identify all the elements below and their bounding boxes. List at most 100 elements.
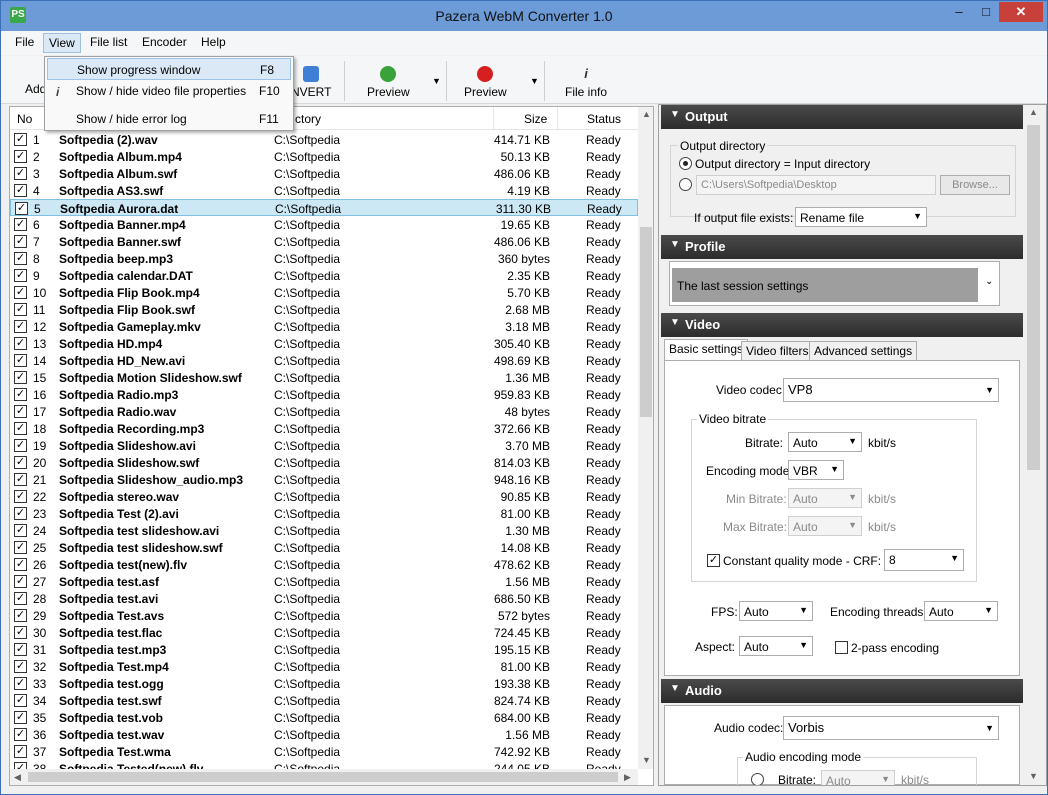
profile-select[interactable]: The last session settings ⌄ [669,261,1000,306]
row-checkbox[interactable]: ✓ [14,728,27,741]
crf-select[interactable]: 8 ▼ [884,549,964,571]
title-bar[interactable]: PS Pazera WebM Converter 1.0 – □ ✕ [1,1,1047,31]
table-row[interactable]: ✓ 16 Softpedia Radio.mp3 C:\Softpedia 959.83… [10,386,638,403]
table-row[interactable]: ✓ 10 Softpedia Flip Book.mp4 C:\Softpedia 5.… [10,284,638,301]
row-checkbox[interactable]: ✓ [14,643,27,656]
two-pass-checkbox[interactable] [835,641,848,654]
table-row[interactable]: ✓ 29 Softpedia Test.avs C:\Softpedia 572 byt… [10,607,638,624]
row-checkbox[interactable]: ✓ [15,202,28,215]
row-checkbox[interactable]: ✓ [14,388,27,401]
table-row[interactable]: ✓ 36 Softpedia test.wav C:\Softpedia 1.56 MB… [10,726,638,743]
table-row[interactable]: ✓ 3 Softpedia Album.swf C:\Softpedia 486.06 … [10,165,638,182]
row-checkbox[interactable]: ✓ [14,677,27,690]
row-checkbox[interactable]: ✓ [14,660,27,673]
fps-select[interactable]: Auto ▼ [739,601,813,621]
scroll-thumb[interactable] [1027,125,1040,470]
if-exists-select[interactable]: Rename file ▼ [795,207,927,227]
output-path-input[interactable]: C:\Users\Softpedia\Desktop [696,175,936,195]
table-row[interactable]: ✓ 8 Softpedia beep.mp3 C:\Softpedia 360 byte… [10,250,638,267]
table-row[interactable]: ✓ 13 Softpedia HD.mp4 C:\Softpedia 305.40 KB… [10,335,638,352]
crf-checkbox[interactable]: ✓ [707,554,720,567]
table-row[interactable]: ✓ 23 Softpedia Test (2).avi C:\Softpedia 81.… [10,505,638,522]
col-directory[interactable]: ctory [295,112,321,126]
bitrate-select[interactable]: Auto ▼ [788,432,862,452]
table-row[interactable]: ✓ 18 Softpedia Recording.mp3 C:\Softpedia 37… [10,420,638,437]
scroll-thumb[interactable] [640,227,652,417]
menu-file-list[interactable]: File list [90,35,127,49]
menu-file[interactable]: File [15,35,34,49]
row-checkbox[interactable]: ✓ [14,371,27,384]
row-checkbox[interactable]: ✓ [14,456,27,469]
col-size[interactable]: Size [524,112,547,126]
table-row[interactable]: ✓ 37 Softpedia Test.wma C:\Softpedia 742.92 … [10,743,638,760]
row-checkbox[interactable]: ✓ [14,269,27,282]
row-checkbox[interactable]: ✓ [14,575,27,588]
row-checkbox[interactable]: ✓ [14,133,27,146]
row-checkbox[interactable]: ✓ [14,184,27,197]
min-bitrate-select[interactable]: Auto ▼ [788,488,862,508]
settings-scrollbar[interactable]: ▲ ▼ [1025,105,1042,785]
scroll-right-icon[interactable]: ▶ [624,772,631,783]
audio-bitrate-select[interactable]: Auto ▼ [821,770,895,785]
row-checkbox[interactable]: ✓ [14,626,27,639]
menu-help[interactable]: Help [201,35,226,49]
scroll-down-icon[interactable]: ▼ [1029,771,1038,781]
table-row[interactable]: ✓ 15 Softpedia Motion Slideshow.swf C:\Soft… [10,369,638,386]
convert-button[interactable]: NVERT [291,66,331,99]
tab-video-filters[interactable]: Video filters [741,341,814,361]
table-row[interactable]: ✓ 24 Softpedia test slideshow.avi C:\Softpe… [10,522,638,539]
row-checkbox[interactable]: ✓ [14,303,27,316]
menu-view[interactable]: View [43,33,81,53]
encoding-threads-select[interactable]: Auto ▼ [924,601,998,621]
row-checkbox[interactable]: ✓ [14,439,27,452]
table-row[interactable]: ✓ 35 Softpedia test.vob C:\Softpedia 684.00 … [10,709,638,726]
row-checkbox[interactable]: ✓ [14,524,27,537]
table-row[interactable]: ✓ 14 Softpedia HD_New.avi C:\Softpedia 498.6… [10,352,638,369]
table-row[interactable]: ✓ 28 Softpedia test.avi C:\Softpedia 686.50 … [10,590,638,607]
maximize-button[interactable]: □ [973,2,999,22]
row-checkbox[interactable]: ✓ [14,218,27,231]
row-checkbox[interactable]: ✓ [14,541,27,554]
table-row[interactable]: ✓ 4 Softpedia AS3.swf C:\Softpedia 4.19 KB Re… [10,182,638,199]
table-row[interactable]: ✓ 32 Softpedia Test.mp4 C:\Softpedia 81.00 K… [10,658,638,675]
row-checkbox[interactable]: ✓ [14,422,27,435]
row-checkbox[interactable]: ✓ [14,337,27,350]
table-row[interactable]: ✓ 34 Softpedia test.swf C:\Softpedia 824.74 … [10,692,638,709]
table-row[interactable]: ✓ 33 Softpedia test.ogg C:\Softpedia 193.38 … [10,675,638,692]
preview-button[interactable]: Preview [367,66,410,99]
table-row[interactable]: ✓ 5 Softpedia Aurora.dat C:\Softpedia 311.30… [10,199,638,216]
table-row[interactable]: ✓ 27 Softpedia test.asf C:\Softpedia 1.56 MB… [10,573,638,590]
minimize-button[interactable]: – [946,2,972,22]
col-no[interactable]: No [17,112,32,126]
preview-dropdown-icon[interactable]: ▼ [432,76,441,86]
audio-codec-select[interactable]: Vorbis ▼ [783,716,999,740]
table-row[interactable]: ✓ 7 Softpedia Banner.swf C:\Softpedia 486.06… [10,233,638,250]
table-row[interactable]: ✓ 11 Softpedia Flip Book.swf C:\Softpedia 2.… [10,301,638,318]
tab-advanced-settings[interactable]: Advanced settings [809,341,918,361]
video-codec-select[interactable]: VP8 ▼ [783,378,999,402]
col-status[interactable]: Status [587,112,621,126]
audio-section-header[interactable]: ▼ Audio [661,679,1023,703]
row-checkbox[interactable]: ✓ [14,609,27,622]
table-row[interactable]: ✓ 21 Softpedia Slideshow_audio.mp3 C:\Softp… [10,471,638,488]
row-checkbox[interactable]: ✓ [14,320,27,333]
row-checkbox[interactable]: ✓ [14,167,27,180]
audio-bitrate-radio[interactable] [751,773,764,785]
table-row[interactable]: ✓ 25 Softpedia test slideshow.swf C:\Softpe… [10,539,638,556]
scroll-down-icon[interactable]: ▼ [642,755,651,765]
encoding-mode-select[interactable]: VBR ▼ [788,460,844,480]
row-checkbox[interactable]: ✓ [14,711,27,724]
output-custom-dir-radio[interactable] [679,178,692,191]
table-row[interactable]: ✓ 30 Softpedia test.flac C:\Softpedia 724.45… [10,624,638,641]
menu-item-show-progress[interactable]: Show progress window F8 [47,58,291,80]
tab-basic-settings[interactable]: Basic settings [664,339,749,361]
row-checkbox[interactable]: ✓ [14,235,27,248]
list-horizontal-scrollbar[interactable]: ◀ ▶ [10,769,638,785]
row-checkbox[interactable]: ✓ [14,473,27,486]
table-row[interactable]: ✓ 20 Softpedia Slideshow.swf C:\Softpedia 81… [10,454,638,471]
video-section-header[interactable]: ▼ Video [661,313,1023,337]
scroll-up-icon[interactable]: ▲ [1029,107,1038,117]
close-button[interactable]: ✕ [999,2,1043,22]
table-row[interactable]: ✓ 12 Softpedia Gameplay.mkv C:\Softpedia 3.1… [10,318,638,335]
output-section-header[interactable]: ▼ Output [661,105,1023,129]
